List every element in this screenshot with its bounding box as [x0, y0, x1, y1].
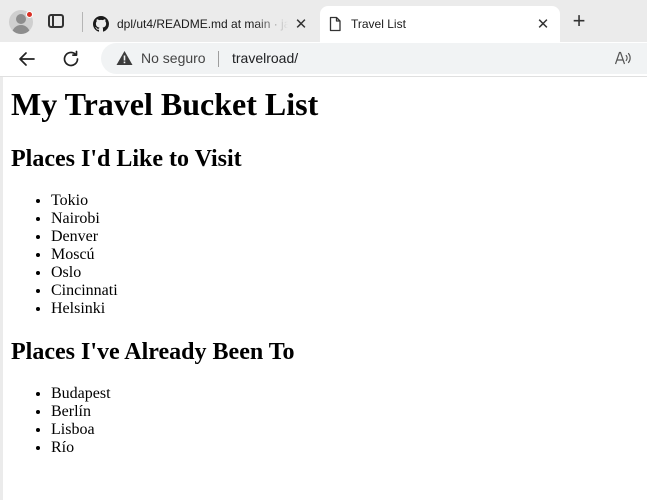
list-item: Río [51, 439, 647, 457]
tab-actions-icon[interactable] [48, 14, 64, 28]
places-to-visit-list: Tokio Nairobi Denver Moscú Oslo Cincinna… [11, 192, 647, 318]
address-separator [218, 51, 219, 67]
list-item: Nairobi [51, 210, 647, 228]
avatar-head [16, 14, 26, 24]
list-item: Oslo [51, 264, 647, 282]
address-bar[interactable]: No seguro travelroad/ [101, 43, 647, 74]
list-item: Denver [51, 228, 647, 246]
browser-toolbar: No seguro travelroad/ [0, 42, 647, 76]
page-content: My Travel Bucket List Places I'd Like to… [3, 77, 647, 500]
list-item: Berlín [51, 403, 647, 421]
close-tab-icon[interactable]: ✕ [288, 15, 314, 33]
section-heading-to-visit: Places I'd Like to Visit [11, 146, 242, 172]
back-arrow-icon[interactable] [14, 46, 40, 72]
avatar-body [12, 25, 30, 34]
reload-icon[interactable] [58, 46, 84, 72]
section-heading-visited: Places I've Already Been To [11, 339, 295, 365]
close-tab-icon[interactable]: ✕ [530, 15, 556, 33]
list-item: Cincinnati [51, 282, 647, 300]
list-item: Moscú [51, 246, 647, 264]
github-icon [93, 16, 109, 32]
read-aloud-icon[interactable] [614, 49, 632, 67]
list-item: Lisboa [51, 421, 647, 439]
warning-icon[interactable] [116, 50, 133, 66]
url-text[interactable]: travelroad/ [232, 50, 298, 66]
list-item: Helsinki [51, 300, 647, 318]
notification-dot [26, 11, 33, 18]
new-tab-button[interactable]: + [568, 9, 590, 35]
list-item: Tokio [51, 192, 647, 210]
tab-github[interactable]: dpl/ut4/README.md at main · javi ✕ [86, 6, 318, 42]
tab-title: dpl/ut4/README.md at main · javi [117, 17, 288, 31]
page-icon [329, 16, 341, 32]
tab-strip: dpl/ut4/README.md at main · javi ✕ Trave… [0, 0, 647, 42]
places-visited-list: Budapest Berlín Lisboa Río [11, 385, 647, 457]
tab-title: Travel List [351, 17, 406, 31]
security-status-text[interactable]: No seguro [141, 50, 206, 66]
tab-travel-list[interactable]: Travel List ✕ [320, 6, 560, 42]
tab-separator [82, 12, 83, 32]
list-item: Budapest [51, 385, 647, 403]
page-title: My Travel Bucket List [11, 86, 319, 122]
